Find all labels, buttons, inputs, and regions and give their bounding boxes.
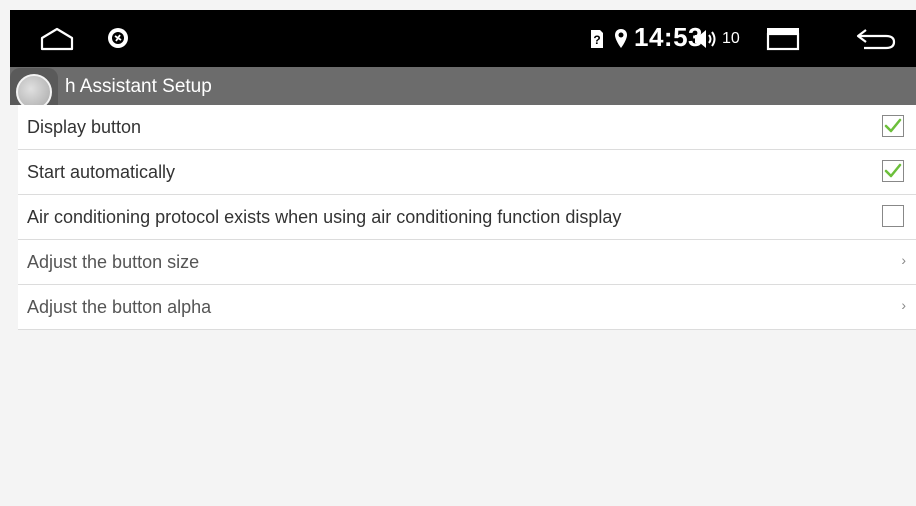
back-icon[interactable] [856, 27, 896, 51]
volume-level: 10 [722, 30, 740, 47]
setting-label: Air conditioning protocol exists when us… [27, 207, 622, 227]
checkmark-icon [884, 118, 902, 133]
svg-text:?: ? [593, 33, 600, 47]
setting-label: Display button [27, 117, 142, 137]
setting-button-alpha[interactable]: Adjust the button alpha › [18, 285, 916, 330]
settings-list: Display button Start automatically Air c… [18, 105, 916, 330]
start-automatically-checkbox[interactable] [882, 160, 904, 182]
setting-display-button[interactable]: Display button [18, 105, 916, 150]
setting-button-size[interactable]: Adjust the button size › [18, 240, 916, 285]
checkmark-icon [884, 163, 902, 178]
chevron-right-icon: › [901, 297, 906, 313]
sim-unknown-icon: ? [590, 29, 604, 49]
setting-label: Start automatically [27, 162, 176, 182]
home-icon[interactable] [40, 26, 74, 52]
chevron-right-icon: › [901, 252, 906, 268]
page-title: h Assistant Setup [65, 76, 212, 97]
app-badge-icon [107, 27, 129, 49]
setting-label: Adjust the button alpha [27, 297, 212, 317]
left-margin [0, 105, 18, 338]
recents-icon[interactable] [766, 27, 800, 51]
display-button-checkbox[interactable] [882, 115, 904, 137]
clock-time: 14:53 [634, 22, 703, 52]
volume-icon[interactable] [694, 28, 718, 50]
setting-start-automatically[interactable]: Start automatically [18, 150, 916, 195]
location-pin-icon [614, 28, 628, 50]
setting-label: Adjust the button size [27, 252, 200, 272]
setting-air-conditioning[interactable]: Air conditioning protocol exists when us… [18, 195, 916, 240]
status-bar: ? 14:53 10 [10, 10, 916, 67]
title-bar: h Assistant Setup [10, 67, 916, 105]
air-conditioning-checkbox[interactable] [882, 205, 904, 227]
top-margin [0, 0, 916, 10]
